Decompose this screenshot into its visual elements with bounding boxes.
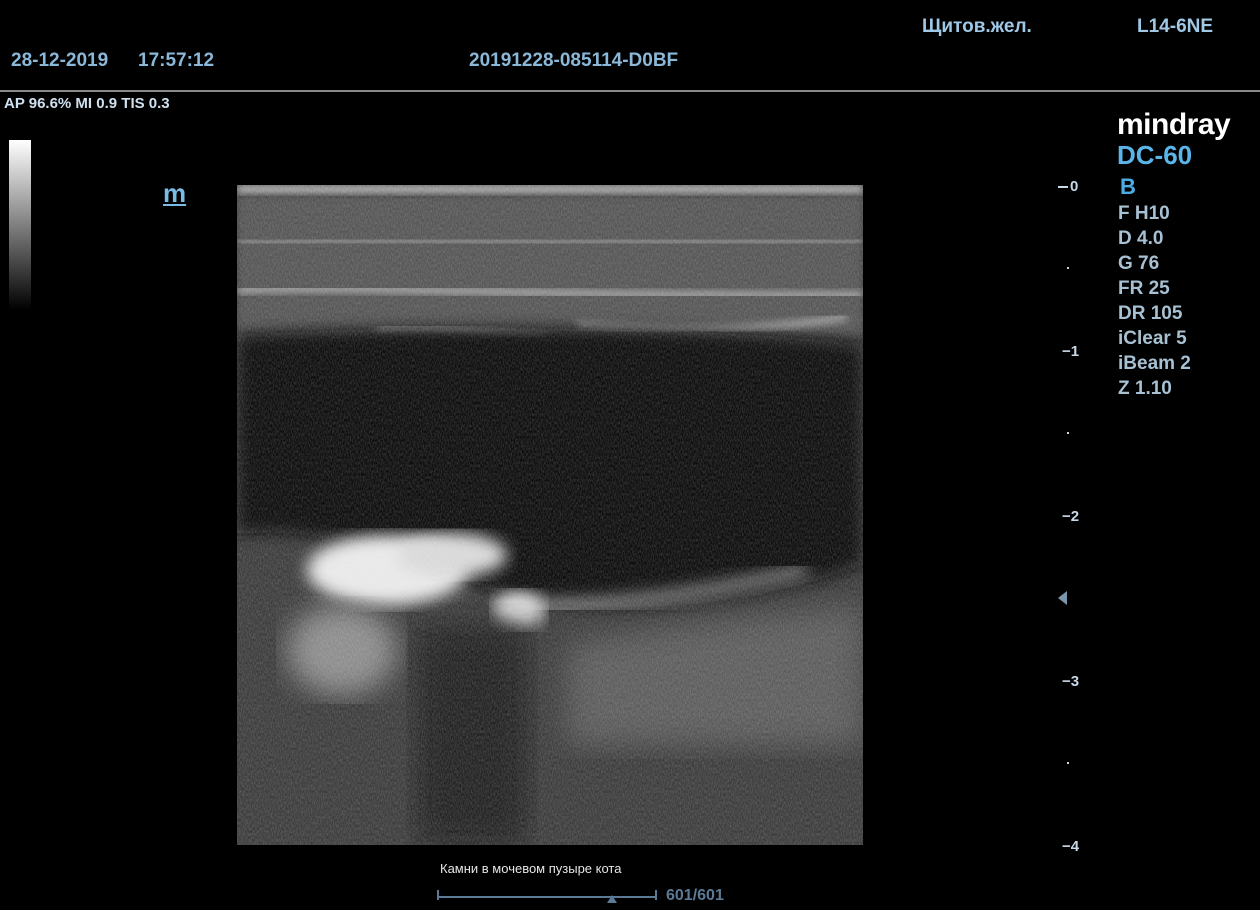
ultrasound-image[interactable]	[237, 185, 863, 845]
param-zoom[interactable]: Z 1.10	[1118, 378, 1172, 400]
grayscale-bar	[9, 140, 31, 310]
depth-label-3: −3	[1062, 673, 1080, 690]
probe-label[interactable]: L14-6NE	[1137, 16, 1213, 38]
param-frequency[interactable]: F H10	[1118, 203, 1170, 225]
cine-end-tick	[655, 890, 657, 900]
exam-id-label: 20191228-085114-D0BF	[469, 50, 679, 71]
depth-minor-tick	[1067, 762, 1069, 764]
param-gain[interactable]: G 76	[1118, 253, 1159, 275]
depth-minor-tick	[1067, 267, 1069, 269]
header-divider	[0, 90, 1260, 92]
preset-label[interactable]: Щитов.жел.	[922, 16, 1032, 38]
param-dynamic-range[interactable]: DR 105	[1118, 303, 1182, 325]
date-label: 28-12-2019	[11, 50, 109, 71]
cine-slider-track[interactable]	[437, 896, 657, 898]
imaging-mode[interactable]: B	[1120, 174, 1136, 200]
param-iclear[interactable]: iClear 5	[1118, 328, 1187, 350]
depth-label-2: −2	[1062, 508, 1080, 525]
time-label: 17:57:12	[138, 50, 215, 71]
depth-scale-top-tick	[1058, 186, 1068, 188]
param-frame-rate[interactable]: FR 25	[1118, 278, 1170, 300]
depth-label-0: 0	[1070, 178, 1079, 195]
cine-playhead-icon[interactable]	[607, 895, 617, 903]
brand-logo: mindray	[1117, 108, 1231, 141]
param-ibeam[interactable]: iBeam 2	[1118, 353, 1191, 375]
param-depth[interactable]: D 4.0	[1118, 228, 1163, 250]
acoustic-output-readout: AP 96.6% MI 0.9 TIS 0.3	[4, 95, 170, 112]
image-caption[interactable]: Камни в мочевом пузыре кота	[440, 861, 621, 876]
m-marker-icon[interactable]: m	[163, 178, 186, 209]
depth-label-1: −1	[1062, 343, 1080, 360]
cine-frame-counter: 601/601	[666, 887, 724, 904]
device-model: DC-60	[1117, 140, 1193, 170]
ultrasound-scan-svg	[237, 185, 863, 845]
focus-marker-icon[interactable]	[1058, 591, 1067, 605]
depth-minor-tick	[1067, 432, 1069, 434]
depth-label-4: −4	[1062, 838, 1080, 855]
cine-start-tick	[437, 890, 439, 900]
